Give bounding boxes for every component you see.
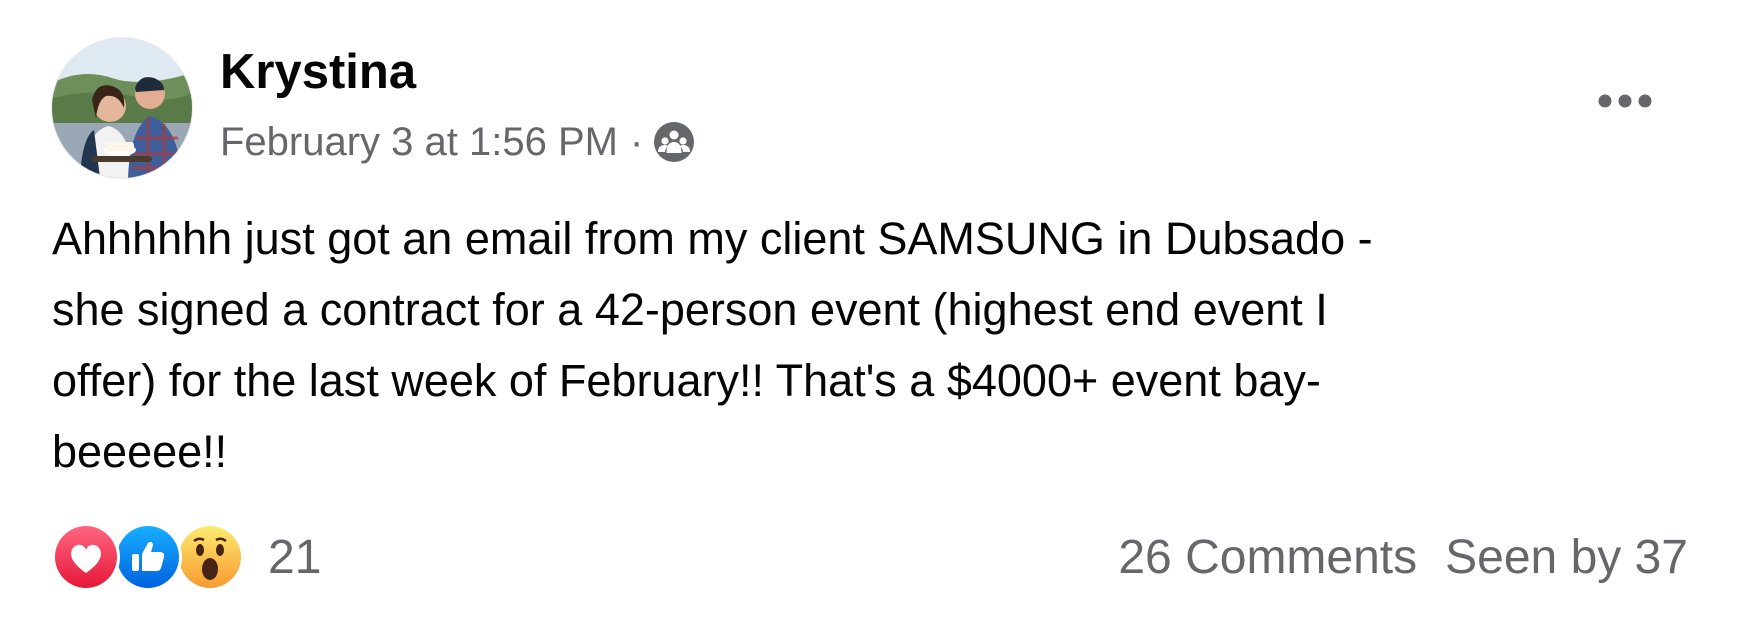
seen-by-link[interactable]: Seen by 37 — [1445, 530, 1688, 585]
post-meta: February 3 at 1:56 PM · — [220, 117, 695, 167]
more-options-icon — [1598, 94, 1652, 108]
love-reaction-icon — [52, 523, 120, 591]
author-avatar[interactable] — [52, 38, 192, 178]
post-stats: 26 Comments Seen by 37 — [1118, 530, 1688, 585]
group-post: Krystina February 3 at 1:56 PM · Ahhhhhh… — [0, 0, 1738, 628]
meta-separator: · — [629, 119, 644, 164]
wow-reaction-icon — [176, 523, 244, 591]
post-timestamp[interactable]: February 3 at 1:56 PM — [220, 120, 618, 165]
author-name[interactable]: Krystina — [220, 42, 416, 102]
more-options-button[interactable] — [1590, 80, 1660, 122]
group-members-icon[interactable] — [653, 121, 695, 163]
reactions-summary[interactable]: 21 — [52, 523, 321, 591]
post-footer: 21 26 Comments Seen by 37 — [52, 522, 1688, 592]
post-body-text: Ahhhhhh just got an email from my client… — [52, 213, 1373, 477]
comments-count-link[interactable]: 26 Comments — [1118, 530, 1417, 585]
like-reaction-icon — [114, 523, 182, 591]
reaction-icons — [52, 523, 244, 591]
avatar-photo — [52, 38, 192, 178]
reaction-count: 21 — [268, 530, 322, 584]
